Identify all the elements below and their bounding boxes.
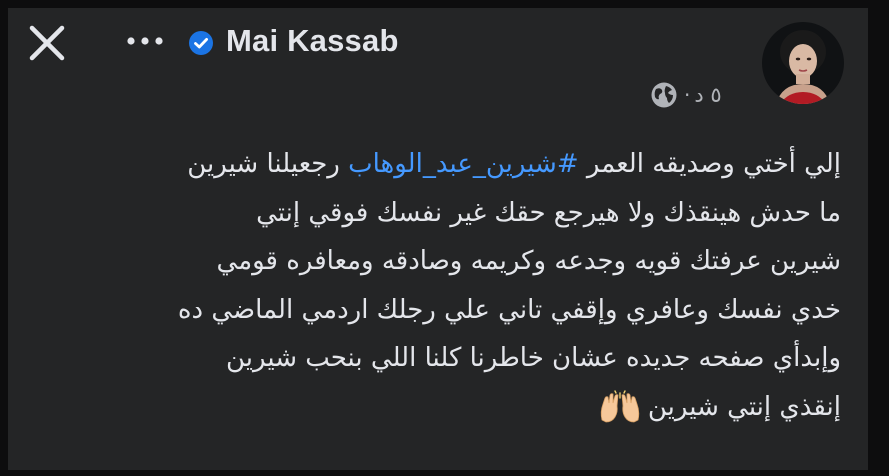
- meta-separator: ·: [684, 83, 691, 107]
- verified-icon: [189, 31, 213, 55]
- globe-icon[interactable]: [650, 81, 678, 109]
- post-line-5: وإبدأي صفحه جديده عشان خاطرنا كلنا اللي …: [225, 343, 841, 373]
- profile-photo: [762, 22, 844, 104]
- post-line-6: إنقذي إنتي شيرين: [41, 383, 841, 432]
- close-button[interactable]: [28, 24, 66, 62]
- post-line-4: خدي نفسك وعافري وإقفي تاني علي رجلك اردم…: [177, 294, 841, 325]
- close-icon: [29, 25, 65, 61]
- more-dots-icon: [127, 37, 163, 45]
- post-meta: · ٥ د: [650, 80, 722, 110]
- post-line-6-text: إنقذي إنتي شيرين: [647, 391, 841, 422]
- post-text: إلي أختي وصديقه العمر #شيرين_عبد_الوهاب …: [41, 140, 841, 431]
- hashtag-link[interactable]: #شيرين_عبد_الوهاب: [348, 149, 578, 179]
- raising-hands-emoji: [600, 390, 640, 423]
- post-line-3: شيرين عرفتك قويه وجدعه وكريمه وصادقه ومع…: [216, 246, 841, 276]
- post-timestamp[interactable]: ٥ د: [694, 83, 721, 107]
- screen-frame: Mai Kassab · ٥ د إلي أختي وصديقه العمر #…: [0, 0, 889, 476]
- post-line-1: إلي أختي وصديقه العمر #شيرين_عبد_الوهاب …: [41, 140, 841, 189]
- avatar[interactable]: [762, 22, 844, 104]
- post-line-1-start: إلي أختي وصديقه العمر: [578, 149, 841, 179]
- more-options-button[interactable]: [125, 30, 165, 52]
- post-line-2: ما حدش هينقذك ولا هيرجع حقك غير نفسك فوق…: [256, 197, 841, 228]
- author-name[interactable]: Mai Kassab: [226, 23, 399, 59]
- post-line-1-end: رجعيلنا شيرين: [187, 149, 349, 179]
